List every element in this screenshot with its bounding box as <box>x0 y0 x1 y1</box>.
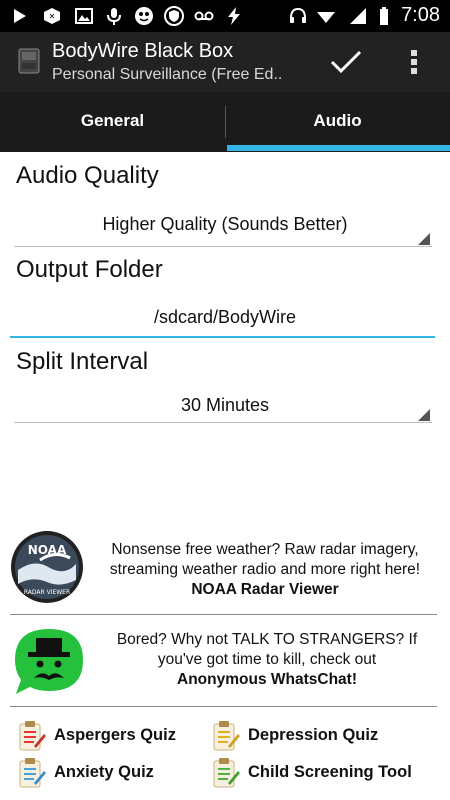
ad-whatschat-title: Anonymous WhatsChat! <box>177 671 357 688</box>
app-title: BodyWire Black Box <box>52 40 234 62</box>
svg-text:RADAR VIEWER: RADAR VIEWER <box>24 589 70 596</box>
svg-text:NOAA: NOAA <box>28 543 67 557</box>
app-icon <box>18 48 40 74</box>
child-screening-tool-link[interactable]: Child Screening Tool <box>210 757 440 788</box>
ad-noaa-text: Nonsense free weather? Raw radar imagery… <box>90 540 440 600</box>
headset-icon <box>290 7 306 23</box>
shield-icon <box>164 6 184 26</box>
ad-whatschat-line2: you've got time to kill, check out <box>157 651 377 668</box>
split-interval-underline <box>14 422 432 423</box>
box-icon: ✕ <box>44 8 60 24</box>
anxiety-quiz-link[interactable]: Anxiety Quiz <box>16 757 196 788</box>
split-interval-label: Split Interval <box>16 348 149 375</box>
quiz-label: Aspergers Quiz <box>54 726 176 744</box>
ad-whatschat-line1: Bored? Why not TALK TO STRANGERS? If <box>116 631 418 648</box>
svg-text:✕: ✕ <box>49 12 56 21</box>
action-bar: BodyWire Black Box Personal Surveillance… <box>0 32 450 92</box>
ad-noaa-line2: streaming weather radio and more right h… <box>109 561 421 578</box>
ad-divider <box>10 706 437 707</box>
quiz-clipboard-icon <box>213 758 240 788</box>
audio-quality-underline <box>14 246 432 247</box>
output-folder-label: Output Folder <box>16 256 163 283</box>
ad-whatschat-text: Bored? Why not TALK TO STRANGERS? If you… <box>92 630 442 690</box>
overflow-menu-icon[interactable] <box>402 44 426 80</box>
spinner-arrow-icon <box>418 233 430 245</box>
output-folder-input[interactable]: /sdcard/BodyWire <box>16 307 434 328</box>
quiz-label: Anxiety Quiz <box>54 763 154 781</box>
quiz-label: Child Screening Tool <box>248 763 412 781</box>
play-icon <box>14 9 26 23</box>
app-subtitle: Personal Surveillance (Free Ed.. <box>52 66 283 83</box>
whatschat-logo-icon <box>12 626 86 699</box>
ad-noaa-title: NOAA Radar Viewer <box>191 581 339 598</box>
ad-divider <box>10 614 437 615</box>
ad-noaa-line1: Nonsense free weather? Raw radar imagery… <box>111 541 419 558</box>
audio-quality-label: Audio Quality <box>16 162 159 189</box>
quiz-clipboard-icon <box>19 758 46 788</box>
split-interval-spinner[interactable]: 30 Minutes <box>16 395 434 416</box>
check-icon[interactable] <box>326 44 366 80</box>
tab-selected-indicator <box>227 145 450 151</box>
output-folder-underline <box>10 336 435 338</box>
ad-noaa[interactable]: NOAA RADAR VIEWER Nonsense free weather?… <box>0 528 450 610</box>
voicemail-icon <box>194 11 214 21</box>
bolt-icon <box>228 7 240 25</box>
image-icon <box>75 8 93 24</box>
noaa-logo-icon: NOAA RADAR VIEWER <box>11 531 83 603</box>
tab-audio[interactable]: Audio <box>225 92 450 152</box>
quiz-label: Depression Quiz <box>248 726 379 744</box>
battery-icon <box>380 7 388 25</box>
clock: 7:08 <box>401 4 440 26</box>
mic-icon <box>107 8 121 25</box>
audio-quality-spinner[interactable]: Higher Quality (Sounds Better) <box>16 214 434 235</box>
face-icon <box>135 7 153 25</box>
tab-general[interactable]: General <box>0 92 225 152</box>
aspergers-quiz-link[interactable]: Aspergers Quiz <box>16 720 196 751</box>
status-bar: ✕ 7:08 <box>0 0 450 32</box>
quiz-clipboard-icon <box>213 721 240 751</box>
tab-bar: General Audio <box>0 92 450 152</box>
signal-icon <box>350 8 366 24</box>
depression-quiz-link[interactable]: Depression Quiz <box>210 720 390 751</box>
quiz-clipboard-icon <box>19 721 46 751</box>
ad-whatschat[interactable]: Bored? Why not TALK TO STRANGERS? If you… <box>0 620 450 702</box>
wifi-icon <box>316 12 335 24</box>
spinner-arrow-icon <box>418 409 430 421</box>
